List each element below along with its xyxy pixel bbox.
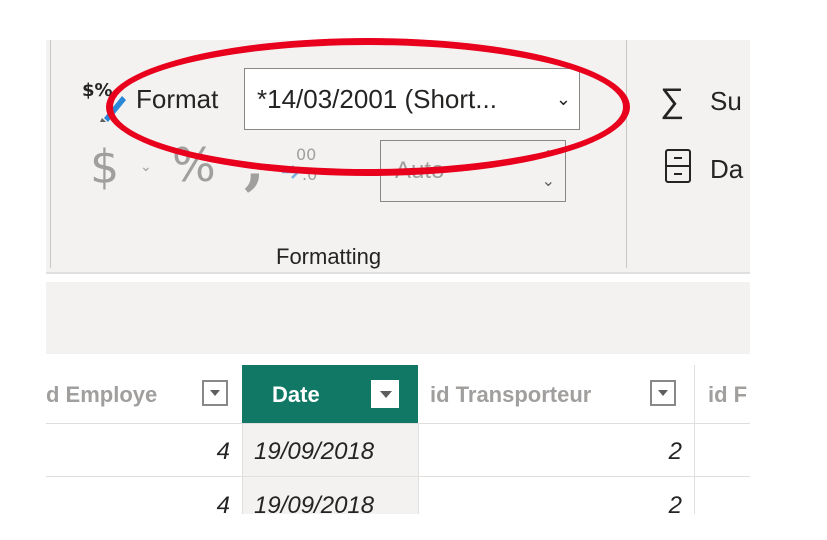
summarization-label[interactable]: Su <box>710 86 742 117</box>
data-category-label[interactable]: Da <box>710 154 743 185</box>
currency-icon[interactable]: $ <box>90 140 119 194</box>
column-divider <box>694 424 695 514</box>
column-header-date[interactable]: Date <box>242 365 418 423</box>
annotation-ellipse <box>106 38 630 176</box>
column-header-f[interactable]: id F <box>708 382 750 408</box>
table-cell[interactable]: 4 <box>46 438 230 466</box>
ribbon-border <box>46 272 750 274</box>
table-cell[interactable]: 19/09/2018 <box>254 438 374 466</box>
column-header-employe[interactable]: d Employe <box>46 382 157 408</box>
date-header-label: Date <box>272 382 320 407</box>
crop-margin <box>750 0 827 540</box>
formatting-group-label: Formatting <box>276 244 382 269</box>
group-separator <box>50 40 51 268</box>
column-header-transporteur[interactable]: id Transporteur <box>430 382 591 408</box>
sum-icon[interactable]: ∑ <box>660 82 684 121</box>
group-separator <box>626 40 627 268</box>
column-divider <box>694 365 695 423</box>
column-divider <box>242 424 243 514</box>
filter-dropdown-icon[interactable] <box>370 379 400 409</box>
table-cell[interactable]: 2 <box>420 438 682 466</box>
column-divider <box>418 424 419 514</box>
formula-bar-area <box>46 282 750 354</box>
filter-dropdown-icon[interactable] <box>202 380 228 406</box>
filter-dropdown-icon[interactable] <box>650 380 676 406</box>
row-divider <box>46 476 750 477</box>
chevron-down-icon[interactable]: ⌄ <box>140 158 152 175</box>
data-category-icon[interactable] <box>664 148 692 184</box>
crop-margin <box>0 514 827 540</box>
chevron-down-icon[interactable]: ⌄ <box>542 171 555 191</box>
